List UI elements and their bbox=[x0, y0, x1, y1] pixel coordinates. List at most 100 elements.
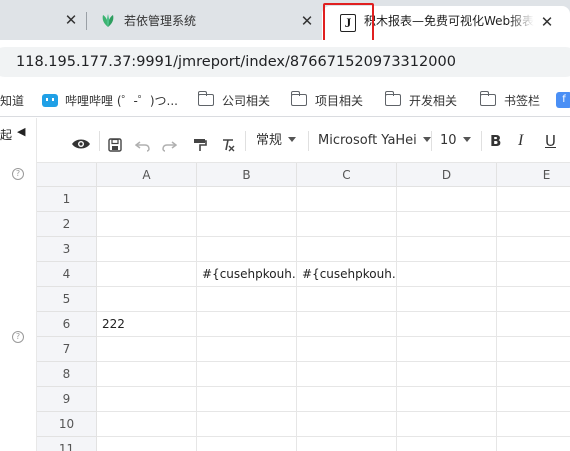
grid-cell[interactable] bbox=[397, 287, 497, 312]
grid-cell[interactable] bbox=[497, 437, 570, 451]
grid-corner[interactable] bbox=[37, 163, 97, 187]
font-size-dropdown[interactable]: 10 bbox=[440, 130, 471, 152]
cell-c4[interactable]: #{cusehpkouh. bbox=[297, 262, 397, 287]
number-format-dropdown[interactable]: 常规 bbox=[256, 130, 297, 152]
grid-cell[interactable] bbox=[197, 312, 297, 337]
grid-cell[interactable] bbox=[297, 387, 397, 412]
help-icon[interactable]: ? bbox=[12, 168, 24, 180]
grid-cell[interactable] bbox=[397, 262, 497, 287]
grid-cell[interactable] bbox=[297, 437, 397, 451]
column-header-d[interactable]: D bbox=[397, 163, 497, 187]
grid-cell[interactable] bbox=[197, 287, 297, 312]
row-header-6[interactable]: 6 bbox=[37, 312, 97, 337]
grid-cell[interactable] bbox=[397, 387, 497, 412]
grid-cell[interactable] bbox=[497, 262, 570, 287]
column-header-c[interactable]: C bbox=[297, 163, 397, 187]
font-family-dropdown[interactable]: Microsoft YaHei bbox=[318, 130, 431, 152]
grid-cell[interactable] bbox=[297, 212, 397, 237]
grid-cell[interactable] bbox=[97, 337, 197, 362]
grid-cell[interactable] bbox=[197, 237, 297, 262]
grid-cell[interactable] bbox=[197, 187, 297, 212]
row-header-1[interactable]: 1 bbox=[37, 187, 97, 212]
format-painter-icon[interactable] bbox=[193, 134, 207, 156]
grid-cell[interactable] bbox=[197, 437, 297, 451]
url-text[interactable]: 118.195.177.37:9991/jmreport/index/87667… bbox=[16, 53, 456, 71]
bookmark-bilibili[interactable]: 哔哩哔哩 (゜-゜)つ... bbox=[42, 92, 178, 110]
translate-icon[interactable]: f bbox=[556, 92, 570, 108]
save-icon[interactable] bbox=[108, 134, 122, 156]
bookmark-projects[interactable]: 项目相关 bbox=[290, 91, 363, 110]
grid-cell[interactable] bbox=[497, 387, 570, 412]
grid-cell[interactable] bbox=[97, 287, 197, 312]
italic-button[interactable]: I bbox=[518, 130, 523, 152]
redo-icon[interactable] bbox=[161, 135, 177, 157]
tab-close-icon[interactable]: ✕ bbox=[296, 10, 318, 32]
help-icon[interactable]: ? bbox=[12, 331, 24, 343]
cell-b4[interactable]: #{cusehpkouh. bbox=[197, 262, 297, 287]
cell-a6[interactable]: 222 bbox=[97, 312, 197, 337]
grid-cell[interactable] bbox=[297, 337, 397, 362]
grid-cell[interactable] bbox=[497, 362, 570, 387]
spreadsheet-grid[interactable]: A B C D E 1 2 3 4 5 6 7 8 9 10 11 #{cuse… bbox=[37, 163, 570, 451]
grid-cell[interactable] bbox=[497, 212, 570, 237]
grid-cell[interactable] bbox=[97, 362, 197, 387]
grid-cell[interactable] bbox=[497, 412, 570, 437]
row-header-5[interactable]: 5 bbox=[37, 287, 97, 312]
preview-eye-icon[interactable] bbox=[71, 133, 91, 155]
grid-cell[interactable] bbox=[497, 312, 570, 337]
underline-button[interactable]: U bbox=[545, 130, 556, 152]
grid-cell[interactable] bbox=[297, 187, 397, 212]
previous-tab-close-icon[interactable]: ✕ bbox=[60, 9, 82, 31]
bookmark-bar-folder[interactable]: 书签栏 bbox=[479, 91, 540, 110]
grid-cell[interactable] bbox=[197, 212, 297, 237]
grid-cell[interactable] bbox=[297, 237, 397, 262]
grid-cell[interactable] bbox=[397, 337, 497, 362]
column-header-e[interactable]: E bbox=[497, 163, 570, 187]
grid-cell[interactable] bbox=[97, 262, 197, 287]
grid-cell[interactable] bbox=[297, 287, 397, 312]
row-header-3[interactable]: 3 bbox=[37, 237, 97, 262]
tab-close-icon[interactable]: ✕ bbox=[536, 11, 558, 33]
grid-cell[interactable] bbox=[197, 387, 297, 412]
grid-cell[interactable] bbox=[97, 412, 197, 437]
undo-icon[interactable] bbox=[135, 135, 151, 157]
row-header-10[interactable]: 10 bbox=[37, 412, 97, 437]
column-header-b[interactable]: B bbox=[197, 163, 297, 187]
grid-cell[interactable] bbox=[497, 287, 570, 312]
address-bar[interactable]: 118.195.177.37:9991/jmreport/index/87667… bbox=[0, 47, 570, 77]
grid-cell[interactable] bbox=[97, 187, 197, 212]
clear-format-icon[interactable] bbox=[221, 134, 235, 156]
bookmark-company[interactable]: 公司相关 bbox=[197, 91, 270, 110]
grid-cell[interactable] bbox=[397, 312, 497, 337]
grid-cell[interactable] bbox=[197, 362, 297, 387]
row-header-4[interactable]: 4 bbox=[37, 262, 97, 287]
column-header-a[interactable]: A bbox=[97, 163, 197, 187]
grid-cell[interactable] bbox=[297, 412, 397, 437]
grid-cell[interactable] bbox=[397, 237, 497, 262]
grid-cell[interactable] bbox=[97, 212, 197, 237]
grid-cell[interactable] bbox=[297, 312, 397, 337]
grid-cell[interactable] bbox=[397, 412, 497, 437]
grid-cell[interactable] bbox=[97, 237, 197, 262]
row-header-7[interactable]: 7 bbox=[37, 337, 97, 362]
grid-cell[interactable] bbox=[197, 337, 297, 362]
row-header-2[interactable]: 2 bbox=[37, 212, 97, 237]
grid-cell[interactable] bbox=[97, 437, 197, 451]
grid-cell[interactable] bbox=[297, 362, 397, 387]
bookmark-dev[interactable]: 开发相关 bbox=[384, 91, 457, 110]
tab-ruoyi[interactable]: 若依管理系统 ✕ bbox=[86, 6, 322, 36]
row-header-9[interactable]: 9 bbox=[37, 387, 97, 412]
grid-cell[interactable] bbox=[397, 187, 497, 212]
bold-button[interactable]: B bbox=[490, 130, 501, 152]
collapse-left-icon[interactable]: ◀ bbox=[17, 125, 25, 138]
grid-cell[interactable] bbox=[497, 237, 570, 262]
grid-cell[interactable] bbox=[397, 362, 497, 387]
grid-cell[interactable] bbox=[397, 437, 497, 451]
row-header-8[interactable]: 8 bbox=[37, 362, 97, 387]
grid-cell[interactable] bbox=[497, 187, 570, 212]
grid-cell[interactable] bbox=[497, 337, 570, 362]
grid-cell[interactable] bbox=[97, 387, 197, 412]
grid-cell[interactable] bbox=[197, 412, 297, 437]
row-header-11[interactable]: 11 bbox=[37, 437, 97, 451]
bookmark-zhidao[interactable]: 知道 bbox=[0, 92, 24, 110]
